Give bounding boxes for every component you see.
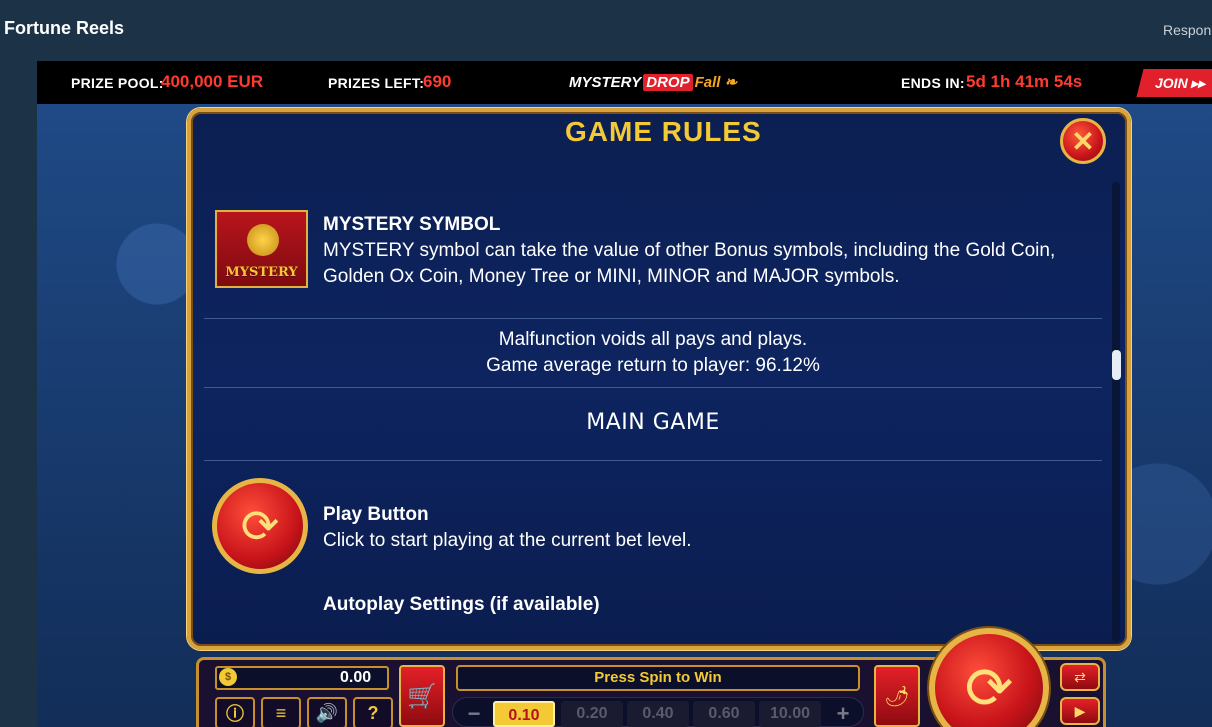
bet-decrease-button[interactable]: − (461, 701, 487, 727)
rtp-text: Game average return to player: 96.12% (486, 355, 820, 376)
feature-button[interactable]: 🌶 (874, 665, 920, 727)
help-button[interactable]: ? (353, 697, 393, 727)
spin-icon: ⟳ (964, 656, 1014, 721)
mystery-desc-line2: Golden Ox Coin, Money Tree or MINI, MINO… (323, 266, 900, 287)
divider (204, 318, 1102, 319)
join-label: JOIN (1154, 75, 1188, 91)
app-title: Fortune Reels (4, 18, 125, 38)
rules-title: GAME RULES (565, 116, 762, 147)
bet-option[interactable]: 0.40 (627, 701, 689, 727)
mystery-drop-banner: PRIZE POOL: 400,000 EUR PRIZES LEFT: 690… (37, 61, 1212, 104)
mystery-drop-logo: MYSTERY DROP Fall ❧ (569, 73, 737, 91)
divider (204, 387, 1102, 388)
prize-pool-label: PRIZE POOL: (71, 75, 164, 91)
turbo-icon: ⇄ (1074, 668, 1086, 685)
divider (204, 460, 1102, 461)
speaker-icon: 🔊 (315, 702, 339, 723)
malfunction-text: Malfunction voids all pays and plays. (498, 329, 808, 350)
play-heading: Play Button (323, 504, 429, 525)
bet-increase-button[interactable]: + (830, 701, 856, 727)
ends-in-label: ENDS IN: (901, 75, 965, 91)
bet-option-selected[interactable]: 0.10 (493, 701, 555, 727)
golden-ox-icon (247, 224, 279, 256)
autoplay-button[interactable]: ▶ (1060, 697, 1100, 725)
ends-in-value: 5d 1h 41m 54s (966, 72, 1083, 91)
close-icon: ✕ (1071, 125, 1095, 157)
responsible-gaming-link[interactable]: Respon (1163, 22, 1211, 38)
prizes-left-value: 690 (423, 72, 452, 91)
menu-button[interactable]: ≡ (261, 697, 301, 727)
bet-option[interactable]: 0.20 (561, 701, 623, 727)
scrollbar-track[interactable] (1112, 182, 1120, 642)
mystery-desc-line1: MYSTERY symbol can take the value of oth… (323, 240, 1056, 261)
message-bar: Press Spin to Win (456, 665, 860, 691)
chili-icon: 🌶 (884, 685, 910, 708)
autoplay-icon: ▶ (1074, 702, 1086, 719)
join-button[interactable]: JOIN ▸▸ (1136, 69, 1212, 97)
turbo-button[interactable]: ⇄ (1060, 663, 1100, 691)
buy-feature-button[interactable]: 🛒 (399, 665, 445, 727)
play-desc: Click to start playing at the current be… (323, 530, 692, 551)
logo-drop-text: DROP (643, 74, 693, 91)
balance-value: 0.00 (340, 669, 372, 686)
bet-option[interactable]: 0.60 (693, 701, 755, 727)
main-game-heading: MAIN GAME (586, 410, 720, 435)
mystery-symbol-icon: MYSTERY (215, 210, 308, 288)
menu-icon: ≡ (275, 702, 287, 723)
maple-leaf-icon: ❧ (720, 74, 738, 91)
cart-icon: 🛒 (407, 682, 437, 710)
scrollbar-thumb[interactable] (1112, 350, 1121, 380)
info-icon: ⓘ (226, 704, 244, 724)
sound-button[interactable]: 🔊 (307, 697, 347, 727)
question-icon: ? (367, 702, 379, 723)
play-button-icon: ⟳ (212, 478, 308, 574)
close-button[interactable]: ✕ (1060, 118, 1106, 164)
money-bag-icon: $ (219, 668, 237, 686)
info-button[interactable]: ⓘ (215, 697, 255, 727)
mystery-heading: MYSTERY SYMBOL (323, 214, 501, 235)
site-header: Fortune Reels Respon (0, 0, 1212, 60)
game-rules-panel (187, 108, 1131, 650)
logo-fall-text: Fall (694, 74, 721, 91)
bet-option[interactable]: 10.00 (759, 701, 821, 727)
double-chevron-icon: ▸▸ (1191, 74, 1206, 91)
autoplay-heading: Autoplay Settings (if available) (323, 594, 600, 615)
mystery-icon-text: MYSTERY (225, 265, 298, 280)
prizes-left-label: PRIZES LEFT: (328, 75, 425, 91)
logo-mystery-text: MYSTERY (569, 74, 642, 91)
prize-pool-value: 400,000 EUR (161, 72, 264, 91)
